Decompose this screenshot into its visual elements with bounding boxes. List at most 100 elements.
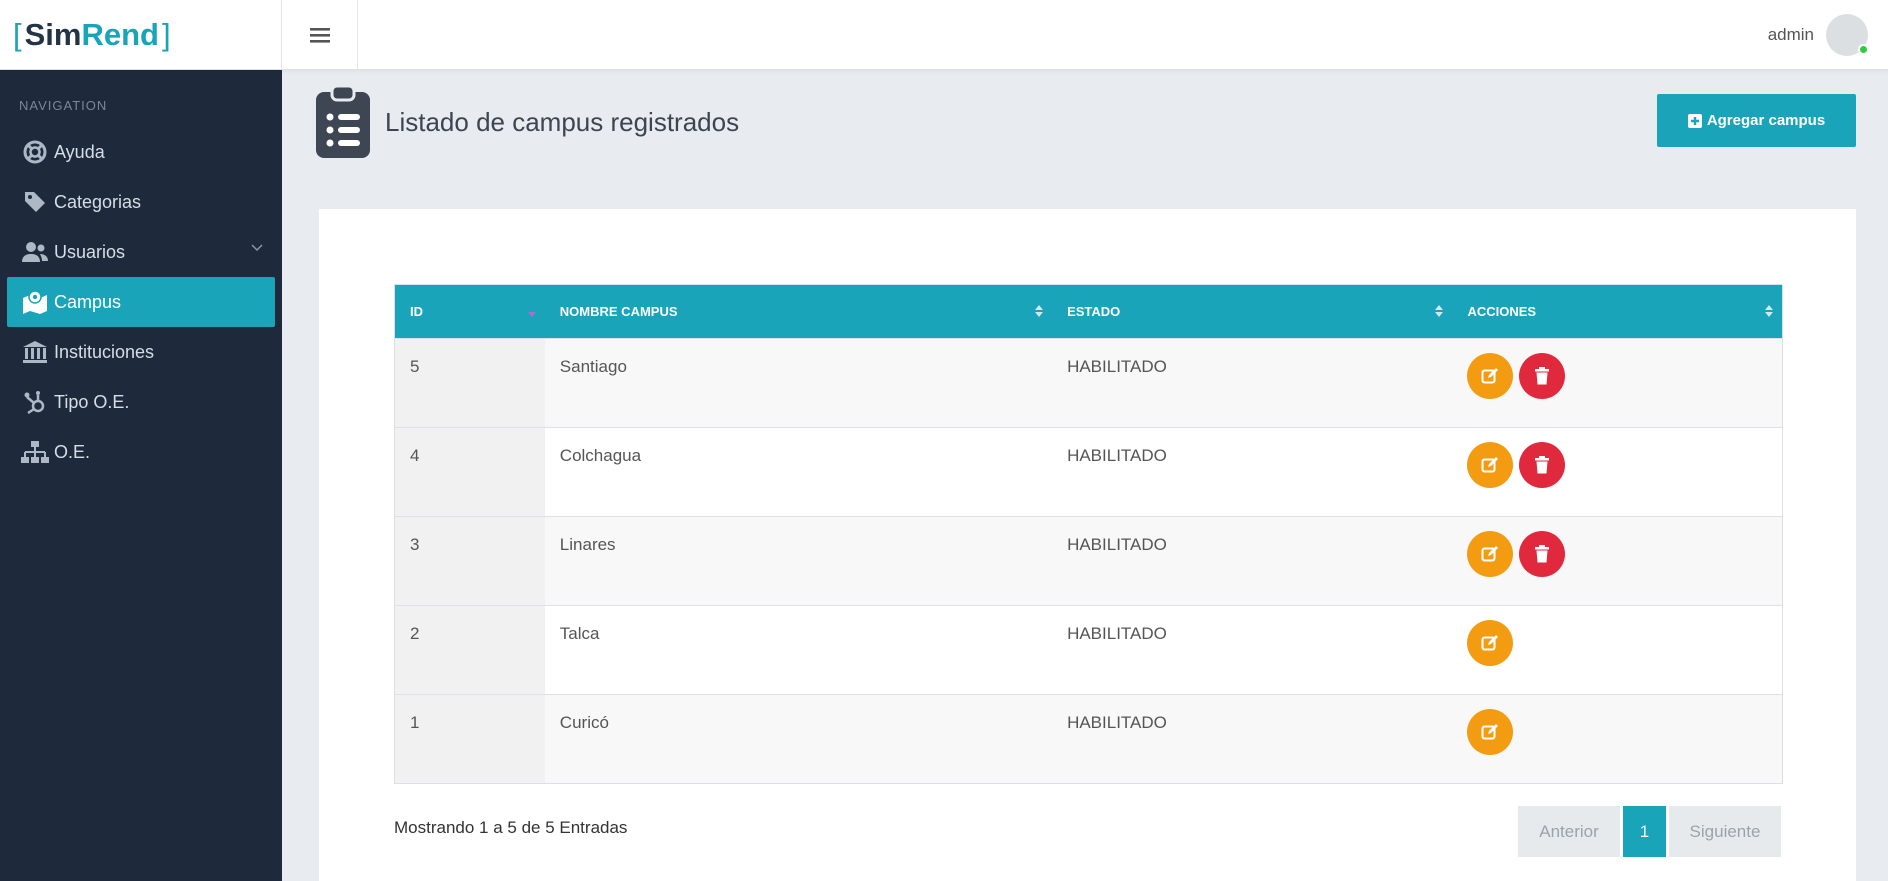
lifebuoy-icon	[21, 138, 49, 166]
sidebar-item-categorias[interactable]: Categorias	[7, 177, 275, 227]
user-menu[interactable]: admin	[1767, 12, 1869, 58]
logo-bracket-close: ]	[161, 17, 171, 52]
online-status-dot	[1858, 44, 1869, 55]
cell-id: 5	[395, 339, 545, 427]
table-info: Mostrando 1 a 5 de 5 Entradas	[394, 818, 628, 837]
trash-icon	[1535, 367, 1550, 385]
table-row: 3 Linares HABILITADO	[395, 516, 1782, 605]
column-header-estado[interactable]: ESTADO	[1052, 285, 1452, 338]
table-row: 5 Santiago HABILITADO	[395, 338, 1782, 427]
edit-button[interactable]	[1467, 353, 1514, 399]
cell-actions	[1452, 695, 1782, 783]
trash-icon	[1535, 456, 1550, 474]
sidebar-item-label: Instituciones	[54, 341, 155, 362]
logo-rend: Rend	[81, 17, 159, 52]
cell-name: Talca	[559, 624, 600, 643]
users-icon	[21, 238, 49, 266]
sort-icon	[1435, 305, 1444, 317]
table-row: 2 Talca HABILITADO	[395, 605, 1782, 694]
sidebar-item-label: Ayuda	[54, 141, 105, 162]
column-header-nombre-campus[interactable]: NOMBRE CAMPUS	[545, 285, 1052, 338]
edit-button[interactable]	[1467, 531, 1514, 577]
column-label: ESTADO	[1067, 304, 1121, 319]
add-campus-button[interactable]: Agregar campus	[1657, 94, 1856, 147]
edit-button[interactable]	[1467, 709, 1514, 755]
sidebar-item-tipo-oe[interactable]: Tipo O.E.	[7, 377, 275, 427]
chevron-down-icon	[251, 244, 263, 252]
cell-status: HABILITADO	[1067, 535, 1167, 554]
nav-section-title: NAVIGATION	[19, 98, 108, 113]
cell-id: 1	[395, 695, 545, 783]
sidebar-item-label: Usuarios	[54, 241, 126, 262]
cell-actions	[1452, 428, 1782, 516]
sidebar-item-label: Categorias	[54, 191, 142, 212]
tag-icon	[21, 188, 49, 216]
edit-button[interactable]	[1467, 620, 1514, 666]
cell-status: HABILITADO	[1067, 624, 1167, 643]
sidebar-item-campus[interactable]: Campus	[7, 277, 275, 327]
sidebar-item-ayuda[interactable]: Ayuda	[7, 127, 275, 177]
clipboard-list-icon	[316, 84, 370, 158]
table-header: ID NOMBRE CAMPUS ESTADO ACCIONES	[395, 285, 1782, 338]
cell-id: 3	[395, 517, 545, 605]
page-1-button[interactable]: 1	[1623, 806, 1666, 857]
delete-button[interactable]	[1519, 442, 1566, 488]
table-row: 1 Curicó HABILITADO	[395, 694, 1782, 783]
cell-name: Linares	[559, 535, 616, 554]
column-label: ACCIONES	[1467, 304, 1537, 319]
sidebar-item-instituciones[interactable]: Instituciones	[7, 327, 275, 377]
top-bar: [Sim Rend] admin	[0, 0, 1888, 70]
delete-button[interactable]	[1519, 531, 1566, 577]
sort-desc-icon	[527, 312, 536, 317]
sidebar: NAVIGATION Ayuda Categorias Usuarios Cam…	[0, 70, 282, 881]
cell-actions	[1452, 606, 1782, 694]
trash-icon	[1535, 545, 1550, 563]
column-header-id[interactable]: ID	[395, 285, 545, 338]
edit-icon	[1481, 368, 1499, 384]
delete-button[interactable]	[1519, 353, 1566, 399]
avatar[interactable]	[1826, 14, 1869, 56]
next-page-button[interactable]: Siguiente	[1669, 806, 1781, 857]
cell-actions	[1452, 517, 1782, 605]
column-header-acciones[interactable]: ACCIONES	[1452, 285, 1782, 338]
previous-page-button[interactable]: Anterior	[1518, 806, 1620, 857]
cell-name: Curicó	[559, 713, 609, 732]
edit-icon	[1481, 546, 1499, 562]
sidebar-item-label: Tipo O.E.	[54, 391, 130, 412]
edit-icon	[1481, 724, 1499, 740]
edit-icon	[1481, 635, 1499, 651]
brand-logo[interactable]: [Sim Rend]	[0, 0, 282, 70]
sort-icon	[1035, 305, 1044, 317]
logo-sim: Sim	[24, 17, 82, 52]
sidebar-item-label: O.E.	[54, 441, 91, 462]
cell-name: Colchagua	[559, 446, 642, 465]
sidebar-item-usuarios[interactable]: Usuarios	[7, 227, 275, 277]
hubspot-icon	[21, 388, 49, 416]
sitemap-icon	[21, 438, 49, 466]
user-name: admin	[1767, 25, 1814, 44]
menu-icon	[309, 28, 330, 43]
table-row: 4 Colchagua HABILITADO	[395, 427, 1782, 516]
edit-button[interactable]	[1467, 442, 1514, 488]
column-label: ID	[410, 304, 423, 319]
institution-icon	[21, 338, 49, 366]
column-label: NOMBRE CAMPUS	[559, 304, 678, 319]
sidebar-item-label: Campus	[54, 291, 122, 312]
add-campus-label: Agregar campus	[1706, 112, 1826, 129]
map-marker-icon	[21, 288, 49, 316]
sidebar-item-oe[interactable]: O.E.	[7, 427, 275, 477]
campus-table: ID NOMBRE CAMPUS ESTADO ACCIONES 5 Santi…	[394, 284, 1783, 784]
cell-id: 2	[395, 606, 545, 694]
pagination: Anterior 1 Siguiente	[1518, 806, 1781, 857]
sidebar-toggle-button[interactable]	[282, 0, 358, 70]
cell-status: HABILITADO	[1067, 446, 1167, 465]
cell-id: 4	[395, 428, 545, 516]
logo-bracket-open: [	[13, 17, 22, 52]
cell-actions	[1452, 339, 1782, 427]
sort-icon	[1765, 305, 1774, 317]
plus-square-icon	[1687, 113, 1702, 128]
cell-status: HABILITADO	[1067, 357, 1167, 376]
page-header: Listado de campus registrados	[314, 84, 739, 160]
edit-icon	[1481, 457, 1499, 473]
cell-status: HABILITADO	[1067, 713, 1167, 732]
